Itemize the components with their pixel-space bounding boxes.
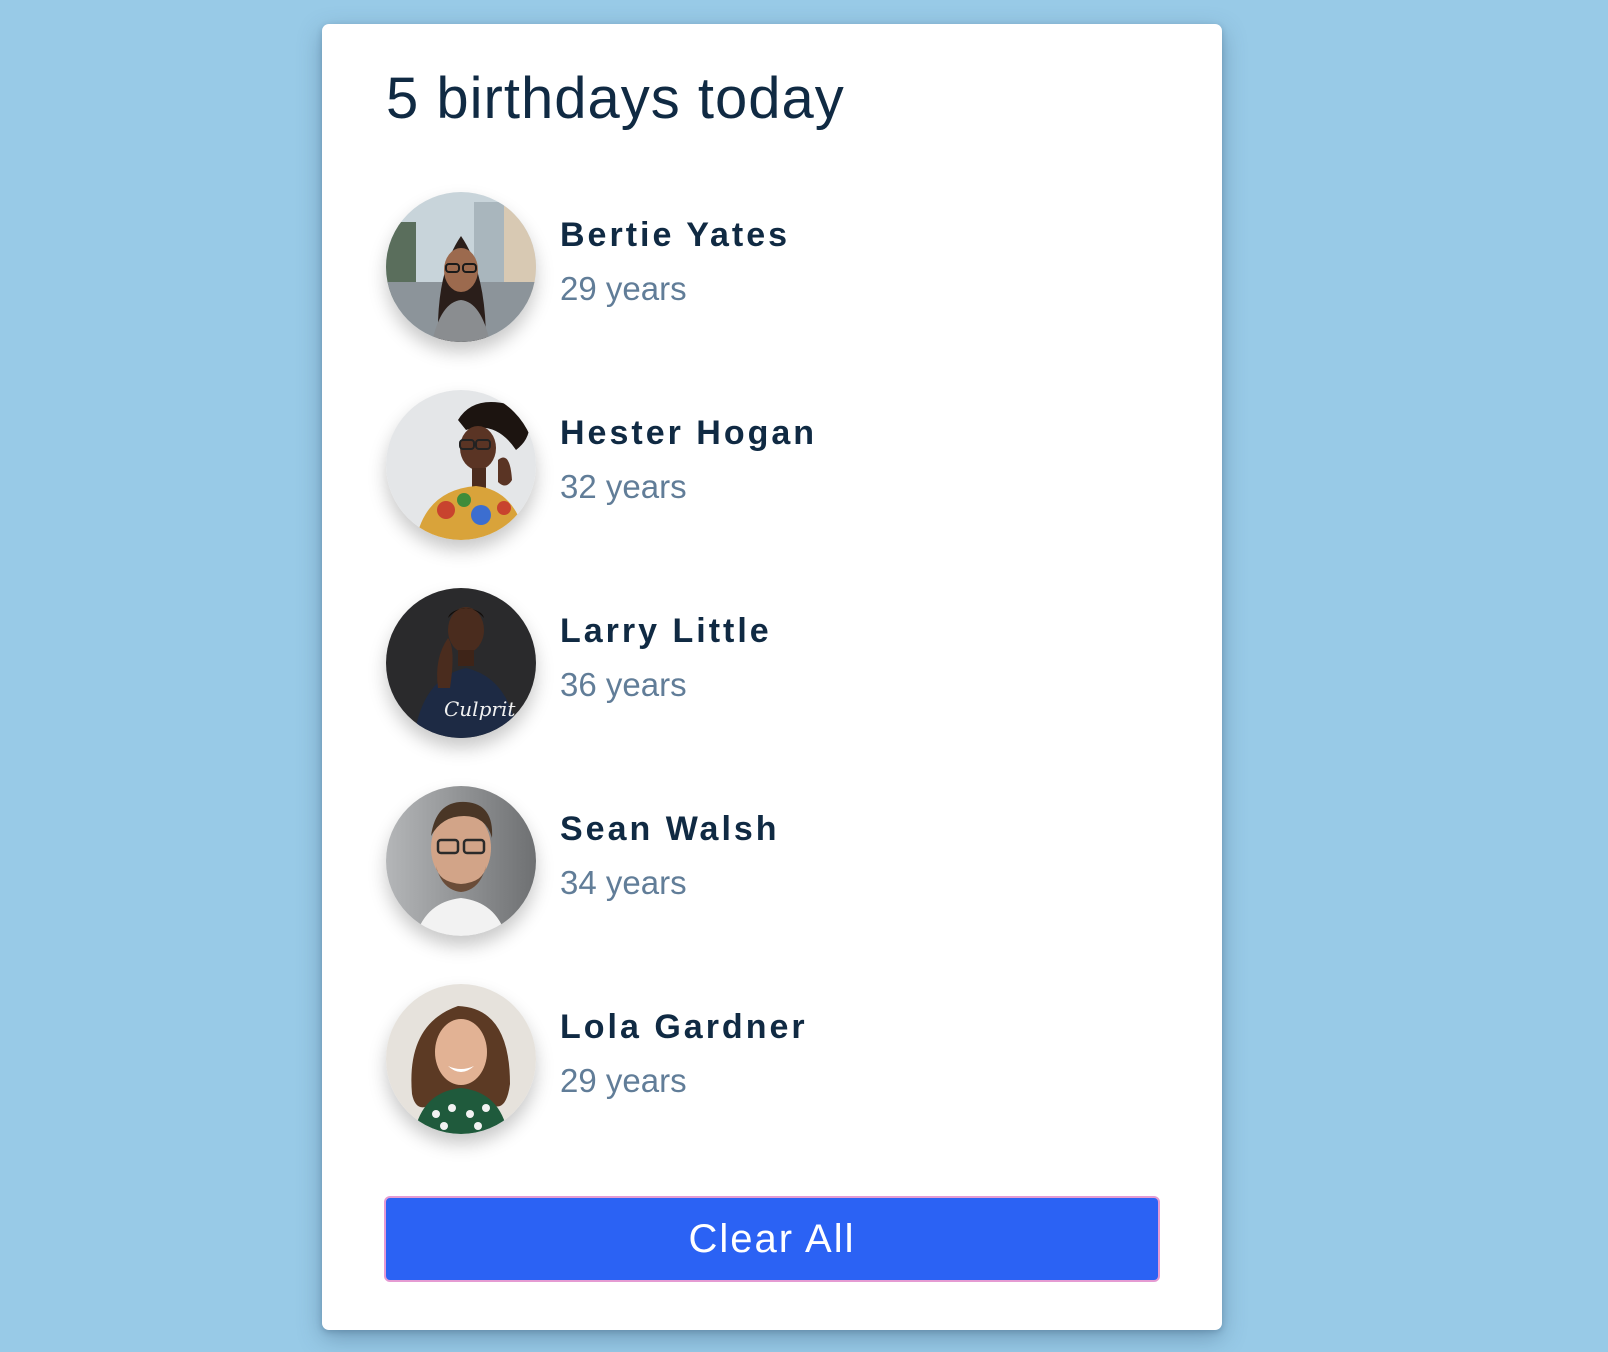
avatar [386,984,536,1134]
avatar: Culprit [386,588,536,738]
person-age: 36 years [560,666,687,703]
person-name: Larry Little [560,612,772,650]
person-age: 34 years [560,864,687,901]
person-info: Bertie Yates 29 years [560,218,790,305]
person-name: Bertie Yates [560,216,791,254]
person-info: Larry Little 36 years [560,614,772,701]
person-name: Hester Hogan [560,414,818,452]
birthday-card: 5 birthdays today Bertie Yates 29 years [322,24,1222,1330]
person-age: 29 years [560,270,687,307]
list-item: Lola Gardner 29 years [386,984,1146,1134]
list-item: Culprit Larry Little 36 years [386,588,1146,738]
clear-all-button[interactable]: Clear All [384,1196,1160,1282]
list-item: Bertie Yates 29 years [386,192,1146,342]
woman-glasses-city-photo-icon [386,192,536,342]
person-age: 29 years [560,1062,687,1099]
avatar [386,786,536,936]
avatar [386,192,536,342]
person-name: Sean Walsh [560,810,780,848]
person-name: Lola Gardner [560,1008,808,1046]
svg-text:Culprit: Culprit [444,697,516,721]
avatar [386,390,536,540]
page-title: 5 birthdays today [386,66,845,131]
list-item: Hester Hogan 32 years [386,390,1146,540]
list-item: Sean Walsh 34 years [386,786,1146,936]
person-age: 32 years [560,468,687,505]
woman-curly-hair-photo-icon [386,984,536,1134]
person-info: Hester Hogan 32 years [560,416,817,503]
woman-glasses-floral-photo-icon [386,390,536,540]
person-info: Sean Walsh 34 years [560,812,780,899]
person-info: Lola Gardner 29 years [560,1010,808,1097]
man-tshirt-dark-photo-icon: Culprit [386,588,536,738]
man-glasses-beard-photo-icon [386,786,536,936]
